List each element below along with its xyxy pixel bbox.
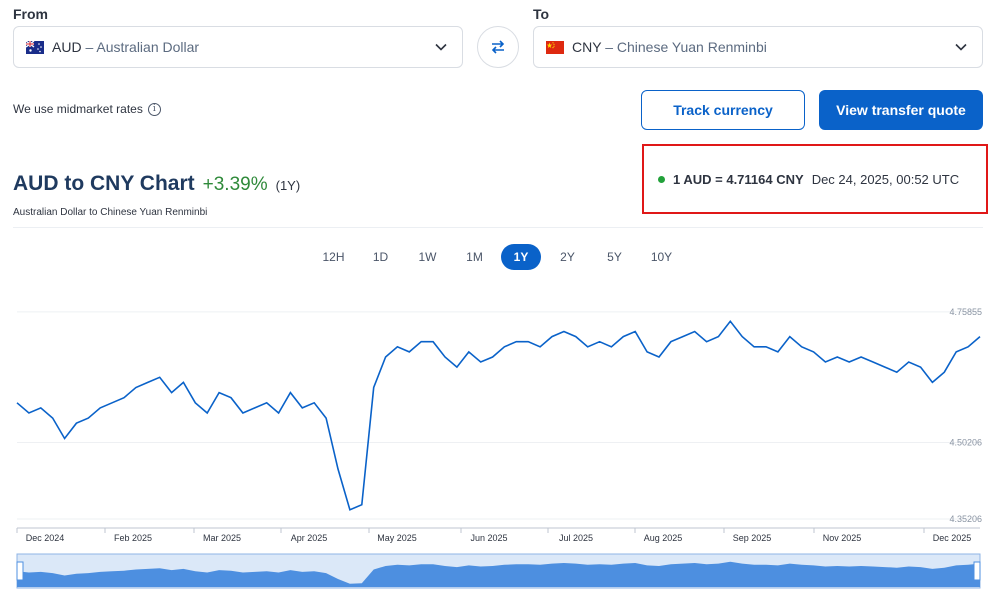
tab-1m[interactable]: 1M <box>451 244 498 270</box>
range-handle-icon[interactable] <box>16 561 24 581</box>
midmarket-note: We use midmarket rates i <box>13 102 161 116</box>
period-tabs: 12H 1D 1W 1M 1Y 2Y 5Y 10Y <box>310 244 685 270</box>
rate-value: 1 AUD = 4.71164 CNY <box>673 171 804 187</box>
rate-chart[interactable]: 4.75855 4.50206 4.35206 Dec 2024 Feb 2025 Ma… <box>0 280 1000 592</box>
tab-12h[interactable]: 12H <box>310 244 357 270</box>
current-rate-box: 1 AUD = 4.71164 CNY Dec 24, 2025, 00:52 … <box>642 144 988 214</box>
to-currency-select[interactable]: CNY – Chinese Yuan Renminbi <box>533 26 983 68</box>
from-code: AUD <box>52 39 82 55</box>
tab-2y[interactable]: 2Y <box>544 244 591 270</box>
from-separator: – <box>81 39 97 55</box>
swap-arrows-icon <box>491 40 505 54</box>
chart-title: AUD to CNY Chart <box>13 172 195 195</box>
tab-5y[interactable]: 5Y <box>591 244 638 270</box>
view-transfer-quote-button[interactable]: View transfer quote <box>819 90 983 130</box>
tab-1d[interactable]: 1D <box>357 244 404 270</box>
flag-china-icon <box>546 40 564 54</box>
x-tick-label: Sep 2025 <box>733 533 772 543</box>
range-handle-icon[interactable] <box>973 561 981 581</box>
to-name: Chinese Yuan Renminbi <box>616 39 767 55</box>
y-tick-label: 4.50206 <box>949 438 982 448</box>
to-separator: – <box>601 39 617 55</box>
to-label: To <box>533 6 550 22</box>
swap-currencies-button[interactable] <box>477 26 519 68</box>
x-tick-label: Jun 2025 <box>470 533 507 543</box>
x-tick-label: May 2025 <box>377 533 417 543</box>
tab-1w[interactable]: 1W <box>404 244 451 270</box>
x-tick-label: Dec 2025 <box>933 533 972 543</box>
flag-australia-icon <box>26 40 44 54</box>
y-tick-label: 4.35206 <box>949 514 982 524</box>
divider <box>13 227 983 228</box>
chart-heading: AUD to CNY Chart +3.39% (1Y) <box>13 172 300 196</box>
chart-subtitle: Australian Dollar to Chinese Yuan Renmin… <box>13 207 208 218</box>
chart-period: (1Y) <box>275 178 301 193</box>
x-tick-label: Mar 2025 <box>203 533 241 543</box>
series-line <box>16 319 981 511</box>
rate-timestamp: Dec 24, 2025, 00:52 UTC <box>811 171 960 187</box>
x-tick-label: Apr 2025 <box>291 533 328 543</box>
chevron-down-icon <box>955 43 967 51</box>
x-tick-label: Feb 2025 <box>114 533 152 543</box>
from-name: Australian Dollar <box>96 39 200 55</box>
to-code: CNY <box>572 39 602 55</box>
x-tick-label: Dec 2024 <box>26 533 65 543</box>
y-tick-label: 4.75855 <box>949 307 982 317</box>
track-currency-button[interactable]: Track currency <box>641 90 805 130</box>
x-tick-label: Nov 2025 <box>823 533 862 543</box>
tab-10y[interactable]: 10Y <box>638 244 685 270</box>
midmarket-text: We use midmarket rates <box>13 102 143 116</box>
chevron-down-icon <box>435 43 447 51</box>
range-navigator[interactable] <box>16 553 981 589</box>
live-status-dot <box>658 175 665 183</box>
chart-change: +3.39% <box>202 174 268 195</box>
tab-1y[interactable]: 1Y <box>501 244 541 270</box>
info-icon[interactable]: i <box>147 102 161 116</box>
from-currency-select[interactable]: AUD – Australian Dollar <box>13 26 463 68</box>
x-tick-label: Aug 2025 <box>644 533 683 543</box>
x-tick-label: Jul 2025 <box>559 533 593 543</box>
from-label: From <box>13 6 48 22</box>
